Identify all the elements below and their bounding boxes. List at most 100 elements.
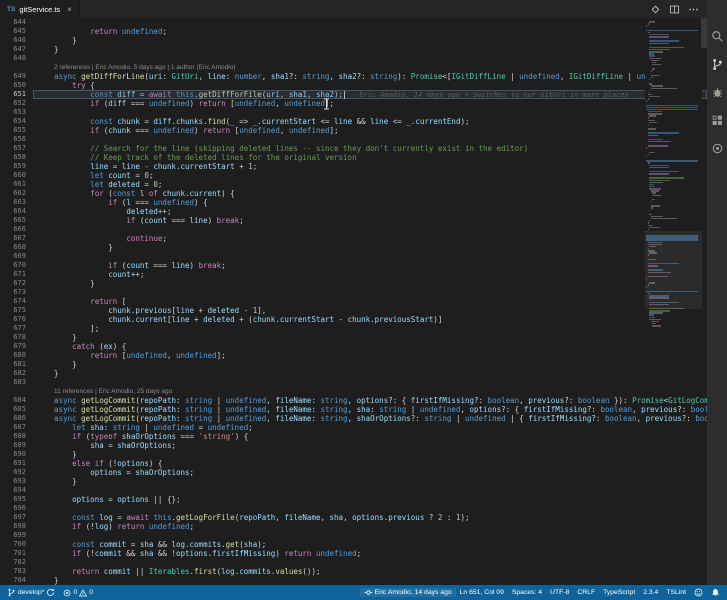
code-line[interactable]: 680 return [undefined, undefined]; <box>0 351 707 360</box>
code-line[interactable]: 676 chunk.current[line + deleted + (chun… <box>0 315 707 324</box>
bell-icon[interactable] <box>707 588 724 597</box>
code-line[interactable]: 667 continue; <box>0 234 707 243</box>
code-line[interactable]: 698 if (!log) return undefined; <box>0 522 707 531</box>
code-line[interactable]: 665 if (count === line) break; <box>0 216 707 225</box>
code-line[interactable]: 669 <box>0 252 707 261</box>
sync-icon[interactable] <box>46 588 55 597</box>
code-line[interactable]: 695 options = options || {}; <box>0 495 707 504</box>
open-changes-icon[interactable] <box>650 4 661 15</box>
tslint-status[interactable]: TSLint <box>662 589 690 596</box>
code-line[interactable]: 660 let count = 0; <box>0 171 707 180</box>
scrollbar-thumb[interactable] <box>701 18 707 48</box>
code-line[interactable]: 678 } <box>0 333 707 342</box>
more-actions-icon[interactable] <box>688 4 699 15</box>
code-line[interactable]: 652 if (diff === undefined) return [unde… <box>0 99 707 108</box>
line-number: 656 <box>13 135 26 143</box>
code-line[interactable]: 696 <box>0 504 707 513</box>
code-line[interactable]: 679 catch (ex) { <box>0 342 707 351</box>
code-line[interactable]: 670 if (count === line) break; <box>0 261 707 270</box>
code-line[interactable]: 681 } <box>0 360 707 369</box>
code-line[interactable]: 658 // Keep track of the deleted lines f… <box>0 153 707 162</box>
code-line[interactable]: 693 } <box>0 477 707 486</box>
code-line[interactable]: 691 else if (!options) { <box>0 459 707 468</box>
code-line[interactable]: 675 chunk.previous[line + deleted - 1], <box>0 306 707 315</box>
code-line[interactable]: 653 <box>0 108 707 117</box>
gitlens-icon[interactable] <box>707 140 727 157</box>
code-line[interactable]: 674 return [ <box>0 297 707 306</box>
branch-indicator[interactable]: develop* <box>3 588 59 597</box>
code-line[interactable]: 697 const log = await this.getLogForFile… <box>0 513 707 522</box>
code-line[interactable]: 690 } <box>0 450 707 459</box>
code-line[interactable]: 701 if (!commit && sha && !options.first… <box>0 549 707 558</box>
code-line[interactable]: 699 <box>0 531 707 540</box>
source-control-icon[interactable] <box>707 56 727 73</box>
code-line[interactable]: 661 let deleted = 0; <box>0 180 707 189</box>
code-text: return [ <box>90 297 127 306</box>
code-line[interactable]: 644 <box>0 18 707 27</box>
code-line[interactable]: 664 deleted++; <box>0 207 707 216</box>
code-text: count++; <box>108 270 145 279</box>
code-line[interactable]: 686 async getLogCommit(repoPath: string … <box>0 414 707 423</box>
code-line[interactable]: 645 return undefined; <box>0 27 707 36</box>
code-line[interactable]: 672 } <box>0 279 707 288</box>
split-editor-icon[interactable] <box>669 4 680 15</box>
code-line[interactable]: 668 } <box>0 243 707 252</box>
line-number: 652 <box>13 99 26 107</box>
extensions-icon[interactable] <box>707 112 727 129</box>
code-line[interactable]: 694 <box>0 486 707 495</box>
tab-gitservice[interactable]: TS gitService.ts × <box>0 0 80 18</box>
code-line[interactable]: 650 try { <box>0 81 707 90</box>
code-line[interactable]: 648 <box>0 54 707 63</box>
code-line[interactable]: 702 <box>0 558 707 567</box>
code-line[interactable]: 684 async getLogCommit(repoPath: string … <box>0 396 707 405</box>
code-line[interactable]: 662 for (const l of chunk.current) { <box>0 189 707 198</box>
code-line[interactable]: 688 if (typeof shaOrOptions === 'string'… <box>0 432 707 441</box>
close-tab-icon[interactable]: × <box>67 5 72 14</box>
gitlens-blame-status[interactable]: Eric Amodio, 14 days ago <box>359 588 456 597</box>
code-line[interactable]: 649 async getDiffForLine(uri: GitUri, li… <box>0 72 707 81</box>
typescript-version[interactable]: 2.3.4 <box>639 589 662 596</box>
code-line[interactable]: 692 options = shaOrOptions; <box>0 468 707 477</box>
code-line[interactable]: 647 } <box>0 45 707 54</box>
code-line[interactable]: 651 const diff = await this.getDiffForFi… <box>0 90 707 99</box>
code-text: catch (ex) { <box>72 342 127 351</box>
code-line[interactable]: 704 } <box>0 576 707 585</box>
line-number: 658 <box>13 153 26 161</box>
code-line[interactable]: 689 sha = shaOrOptions; <box>0 441 707 450</box>
code-line[interactable]: 646 } <box>0 36 707 45</box>
cursor-position[interactable]: Ln 651, Col 09 <box>456 589 508 596</box>
indentation-status[interactable]: Spaces: 4 <box>508 589 546 596</box>
codelens-row[interactable]: 2 references | Eric Amodio, 5 days ago |… <box>0 63 707 72</box>
codelens-row[interactable]: 11 references | Eric Amodio, 25 days ago <box>0 387 707 396</box>
eol-status[interactable]: CRLF <box>573 589 599 596</box>
line-number: 701 <box>13 549 26 557</box>
code-line[interactable]: 666 <box>0 225 707 234</box>
code-line[interactable]: 659 line = line - chunk.currentStart + 1… <box>0 162 707 171</box>
code-line[interactable]: 683 <box>0 378 707 387</box>
code-line[interactable]: 700 const commit = sha && log.commits.ge… <box>0 540 707 549</box>
code-line[interactable]: 655 if (chunk === undefined) return [und… <box>0 126 707 135</box>
feedback-smiley-icon[interactable] <box>690 588 707 597</box>
code-line[interactable]: 687 let sha: string | undefined = undefi… <box>0 423 707 432</box>
code-line[interactable]: 685 async getLogCommit(repoPath: string … <box>0 405 707 414</box>
problems-indicator[interactable]: 0 0 <box>59 588 97 597</box>
line-number: 693 <box>13 477 26 485</box>
minimap[interactable] <box>645 19 702 333</box>
minimap-slider[interactable] <box>645 231 702 309</box>
code-line[interactable]: 682 } <box>0 369 707 378</box>
search-icon[interactable] <box>707 28 727 45</box>
line-number: 665 <box>13 216 26 224</box>
code-line[interactable]: 663 if (l === undefined) { <box>0 198 707 207</box>
code-line[interactable]: 703 return commit || Iterables.first(log… <box>0 567 707 576</box>
code-editor[interactable]: 644 645 return undefined; 646 } 647 } 648 2 r… <box>0 18 707 585</box>
encoding-status[interactable]: UTF-8 <box>546 589 573 596</box>
code-line[interactable]: 656 <box>0 135 707 144</box>
code-line[interactable]: 671 count++; <box>0 270 707 279</box>
code-line[interactable]: 657 // Search for the line (skipping del… <box>0 144 707 153</box>
code-line[interactable]: 673 <box>0 288 707 297</box>
code-line[interactable]: 677 ]; <box>0 324 707 333</box>
language-mode[interactable]: TypeScript <box>599 589 639 596</box>
code-line[interactable]: 654 const chunk = diff.chunks.find(_ => … <box>0 117 707 126</box>
debug-icon[interactable] <box>707 84 727 101</box>
inline-blame-annotation: Eric Amodio, 14 days ago • Switches to o… <box>359 91 629 99</box>
